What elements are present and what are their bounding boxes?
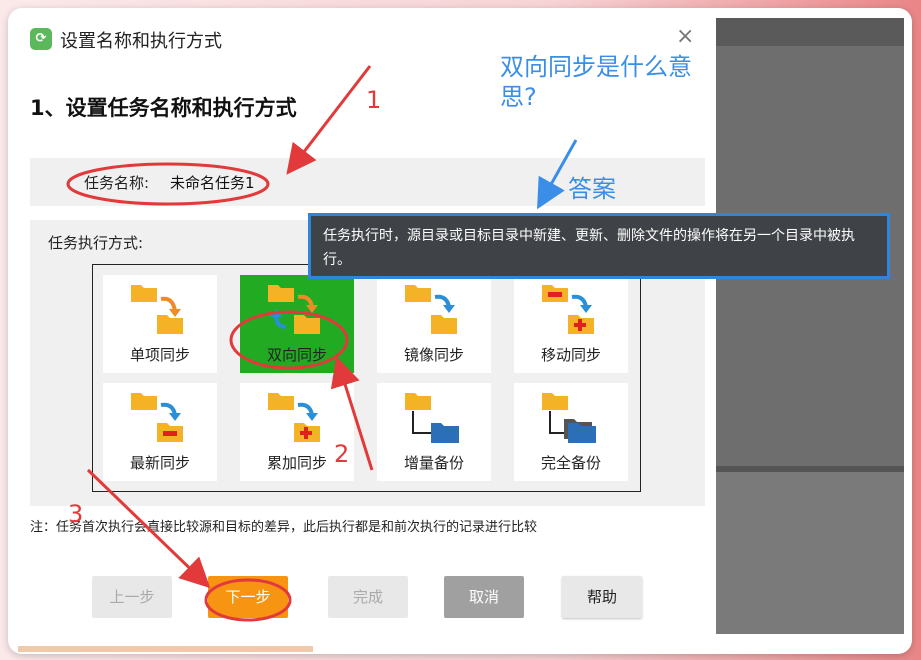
tile-two-way-sync[interactable]: 双向同步 (240, 275, 354, 373)
background-window-header (716, 18, 904, 46)
annotation-step-1: 1 (366, 86, 382, 114)
tile-label: 最新同步 (129, 454, 190, 472)
dialog-title: 设置名称和执行方式 (60, 31, 222, 52)
tile-one-way-sync[interactable]: 单项同步 (103, 275, 217, 373)
move-folder-icon (542, 285, 594, 334)
tile-mirror-sync[interactable]: 镜像同步 (377, 275, 491, 373)
tile-full-backup[interactable]: 完全备份 (514, 383, 628, 481)
cancel-button[interactable]: 取消 (444, 576, 524, 618)
background-window-lower (716, 472, 904, 634)
tile-incremental-backup[interactable]: 增量备份 (377, 383, 491, 481)
page-heading: 1、设置任务名称和执行方式 (30, 96, 297, 120)
tile-label: 双向同步 (266, 346, 327, 364)
previous-step-button[interactable]: 上一步 (92, 576, 172, 618)
annotation-question: 双向同步是什么意思? (500, 53, 692, 111)
tile-label: 单项同步 (129, 346, 190, 364)
app-sync-icon: ⟳ (30, 28, 52, 50)
accumulate-sync-icon (268, 393, 320, 442)
execution-mode-label: 任务执行方式: (48, 234, 144, 252)
mode-tile-grid: 单项同步 双向同步 镜像同步 移动同步 最新同步 累加同步 增量备份 完全备份 (92, 264, 641, 492)
tile-move-sync[interactable]: 移动同步 (514, 275, 628, 373)
tile-newest-sync[interactable]: 最新同步 (103, 383, 217, 481)
finish-button[interactable]: 完成 (328, 576, 408, 618)
tile-label: 镜像同步 (403, 346, 464, 364)
bottom-edge-strip (18, 646, 313, 652)
annotation-step-2: 2 (334, 440, 350, 468)
annotation-step-3: 3 (68, 500, 84, 528)
tile-label: 完全备份 (540, 454, 601, 472)
annotation-answer: 答案 (568, 175, 616, 203)
full-backup-icon (542, 393, 596, 443)
two-way-sync-icon (268, 285, 320, 334)
help-button[interactable]: 帮助 (562, 576, 642, 618)
folder-to-folder-icon (131, 285, 183, 334)
tile-label: 移动同步 (540, 346, 601, 364)
task-name-label: 任务名称: (84, 174, 150, 192)
mirror-folder-icon (405, 285, 457, 334)
task-name-input[interactable] (170, 168, 550, 196)
background-window (716, 18, 904, 634)
mode-description-tooltip: 任务执行时，源目录或目标目录中新建、更新、删除文件的操作将在另一个目录中被执行。 (308, 213, 890, 279)
tile-label: 增量备份 (403, 454, 464, 472)
next-step-button[interactable]: 下一步 (208, 576, 288, 618)
newest-sync-icon (131, 393, 183, 442)
close-icon[interactable]: × (676, 24, 694, 49)
incremental-backup-icon (405, 393, 459, 443)
comparison-note: 注：任务首次执行会直接比较源和目标的差异，此后执行都是和前次执行的记录进行比较 (30, 520, 538, 535)
